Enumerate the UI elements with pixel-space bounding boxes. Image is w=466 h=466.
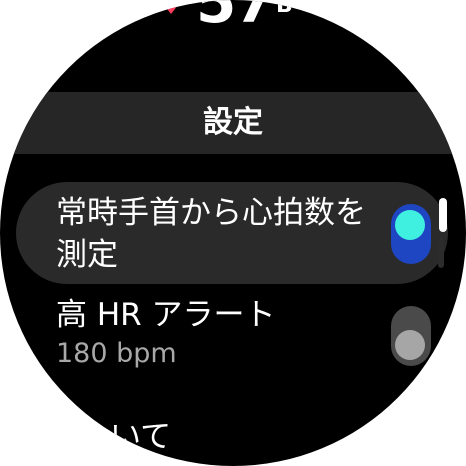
heart-icon: [160, 0, 182, 14]
about-row[interactable]: について: [0, 412, 466, 466]
heart-rate-value: 57: [196, 0, 275, 36]
continuous-hr-setting-row[interactable]: 常時手首から心拍数を測定: [16, 182, 448, 284]
watch-screen: 57 B 設定 常時手首から心拍数を測定 高 HR アラート 180 bpm に…: [0, 0, 466, 466]
scrollbar-thumb[interactable]: [439, 198, 447, 232]
header-bar: 設定: [0, 92, 466, 154]
heart-rate-unit: B: [276, 0, 293, 18]
scrollbar-track: [438, 236, 444, 268]
toggle-knob: [395, 330, 425, 360]
about-label: について: [48, 419, 172, 455]
high-hr-alert-toggle[interactable]: [391, 306, 431, 366]
page-title: 設定: [203, 105, 263, 140]
toggle-knob: [395, 210, 425, 240]
high-hr-alert-value: 180 bpm: [56, 338, 177, 369]
continuous-hr-label: 常時手首から心拍数を測定: [56, 195, 366, 273]
continuous-hr-toggle[interactable]: [391, 204, 431, 264]
high-hr-alert-row[interactable]: 高 HR アラート 180 bpm: [0, 290, 466, 380]
high-hr-alert-label: 高 HR アラート: [56, 297, 276, 333]
